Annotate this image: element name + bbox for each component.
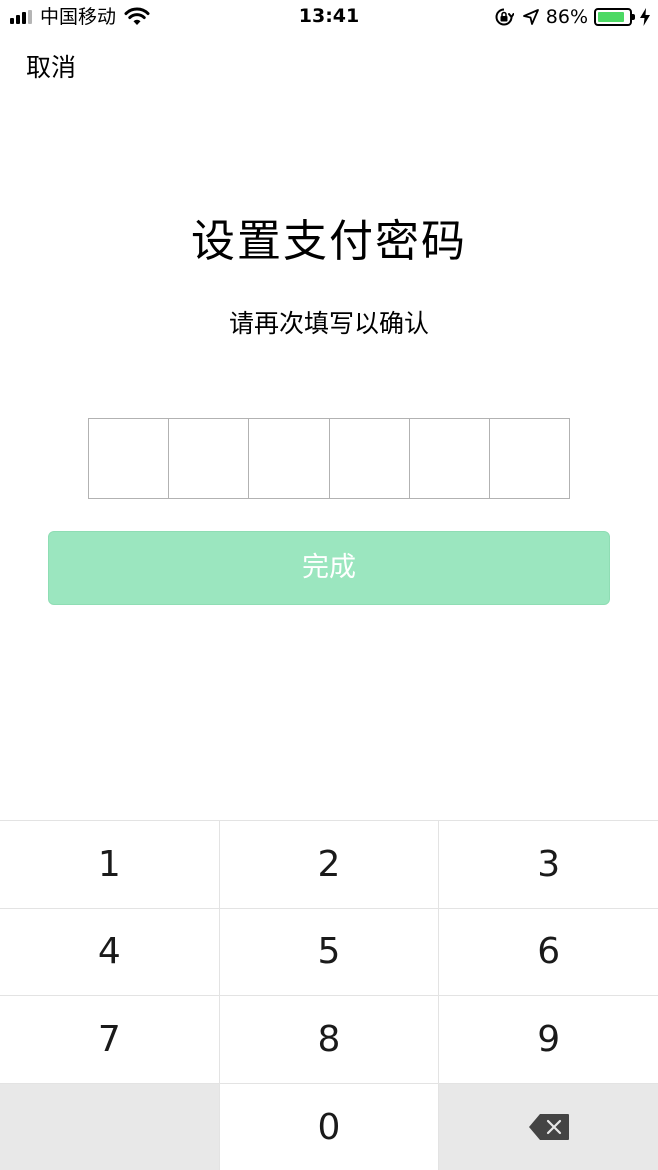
battery-icon xyxy=(594,8,635,26)
key-8[interactable]: 8 xyxy=(219,996,440,1083)
pin-cell xyxy=(169,419,250,498)
key-blank xyxy=(0,1083,220,1170)
pin-cell xyxy=(330,419,410,498)
pin-cell xyxy=(410,419,490,498)
key-6[interactable]: 6 xyxy=(439,908,658,995)
cancel-button[interactable]: 取消 xyxy=(26,50,76,86)
key-3[interactable]: 3 xyxy=(439,821,658,908)
done-button[interactable]: 完成 xyxy=(48,531,610,605)
battery-percent: 86% xyxy=(545,6,588,28)
page-subtitle: 请再次填写以确认 xyxy=(228,309,429,338)
status-right: 86% xyxy=(494,5,650,29)
pin-cell xyxy=(89,419,170,498)
pin-cell xyxy=(490,419,569,498)
orientation-lock-icon xyxy=(495,8,514,26)
key-5[interactable]: 5 xyxy=(219,908,440,995)
key-9[interactable]: 9 xyxy=(439,996,658,1083)
key-7[interactable]: 7 xyxy=(0,996,220,1083)
key-0[interactable]: 0 xyxy=(219,1083,440,1170)
numeric-keypad: 1 2 3 4 5 6 7 8 9 0 xyxy=(0,820,658,1170)
page-title: 设置支付密码 xyxy=(191,216,467,267)
key-2[interactable]: 2 xyxy=(219,821,440,908)
key-4[interactable]: 4 xyxy=(0,908,220,995)
battery-fill xyxy=(598,12,624,22)
backspace-icon xyxy=(528,1114,569,1141)
charging-bolt-icon xyxy=(640,8,650,26)
key-1[interactable]: 1 xyxy=(0,821,220,908)
pin-input[interactable] xyxy=(88,418,570,499)
location-arrow-icon xyxy=(522,9,539,25)
status-bar: 中国移动 13:41 86% xyxy=(0,0,658,34)
pin-cell xyxy=(249,419,330,498)
delete-key[interactable] xyxy=(439,1083,658,1170)
